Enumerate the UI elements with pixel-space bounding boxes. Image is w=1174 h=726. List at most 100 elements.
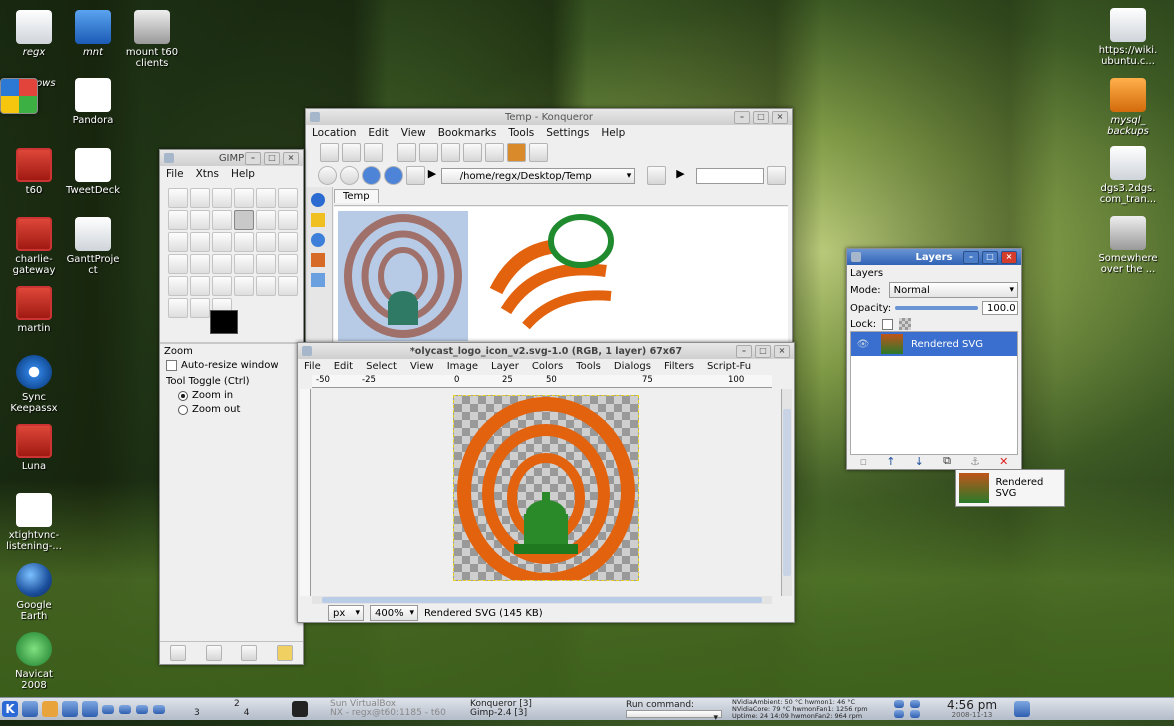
forward-icon[interactable] — [339, 166, 359, 185]
menu-layer[interactable]: Layer — [491, 361, 519, 372]
scissors-tool-icon[interactable] — [278, 188, 298, 208]
menu-edit[interactable]: Edit — [334, 361, 353, 372]
reload-icon[interactable] — [383, 166, 403, 185]
layer-name[interactable]: Rendered SVG — [911, 339, 983, 350]
paintbrush-tool-icon[interactable] — [278, 254, 298, 274]
search-go-icon[interactable] — [767, 166, 786, 185]
foreground-color-swatch[interactable] — [210, 310, 238, 334]
measure-tool-icon[interactable] — [256, 210, 276, 230]
home-folder-icon[interactable] — [311, 253, 325, 267]
align-tool-icon[interactable] — [168, 232, 188, 252]
terminal-icon[interactable] — [364, 143, 383, 162]
shear-tool-icon[interactable] — [256, 232, 276, 252]
zoom-in-icon[interactable] — [342, 143, 361, 162]
desktop-icon[interactable]: charlie- gateway — [0, 217, 68, 276]
desktop-icon[interactable]: Pandora — [59, 78, 127, 126]
pager[interactable]: 2 34 — [170, 700, 290, 718]
menu-settings[interactable]: Settings — [546, 127, 589, 139]
blur-tool-icon[interactable] — [168, 298, 188, 318]
desktop-icon[interactable]: mysql_ backups — [1094, 78, 1162, 137]
auto-resize-checkbox[interactable] — [166, 360, 177, 371]
close-button[interactable]: × — [772, 111, 788, 124]
maximize-button[interactable]: □ — [755, 345, 771, 358]
rotate-tool-icon[interactable] — [212, 232, 232, 252]
foreground-select-tool-icon[interactable] — [168, 210, 188, 230]
vertical-scrollbar[interactable] — [781, 389, 792, 596]
desktop-icon[interactable]: Somewhere over the ... — [1094, 216, 1162, 275]
preview-icon[interactable] — [419, 143, 438, 162]
filter-icon[interactable] — [529, 143, 548, 162]
desktop-icon[interactable]: dgs3.2dgs. com_tran... — [1094, 146, 1162, 205]
eye-icon[interactable]: 👁 — [851, 339, 875, 350]
location-combo[interactable]: /home/regx/Desktop/Temp — [440, 167, 636, 184]
desktop-icon[interactable] — [22, 701, 38, 717]
raise-layer-icon[interactable]: ↑ — [886, 455, 895, 468]
kmenu-icon[interactable]: K — [2, 701, 18, 717]
close-button[interactable]: × — [283, 152, 299, 165]
history-icon[interactable] — [311, 193, 325, 207]
pager-desktop-4[interactable]: 4 — [200, 708, 250, 718]
task-virtualbox[interactable]: Sun VirtualBox NX - regx@t60:1185 - t60 — [310, 700, 464, 718]
desktop-icon[interactable]: Google Earth — [0, 563, 68, 622]
free-select-tool-icon[interactable] — [212, 188, 232, 208]
opacity-slider[interactable] — [895, 306, 978, 310]
desktop-icon[interactable]: https://wiki. ubuntu.c... — [1094, 8, 1162, 67]
minimize-button[interactable]: – — [734, 111, 750, 124]
horizontal-scrollbar[interactable] — [312, 596, 772, 604]
color-picker-tool-icon[interactable] — [212, 210, 232, 230]
airbrush-tool-icon[interactable] — [190, 276, 210, 296]
services-icon[interactable] — [311, 273, 325, 287]
desktop-icon[interactable]: Luna — [0, 424, 68, 472]
go-icon[interactable] — [647, 166, 667, 185]
browser-icon[interactable] — [82, 701, 98, 717]
network-icon[interactable] — [894, 710, 904, 718]
home-icon[interactable] — [405, 166, 425, 185]
eraser-tool-icon[interactable] — [168, 276, 188, 296]
scale-tool-icon[interactable] — [234, 232, 254, 252]
maximize-button[interactable]: □ — [264, 152, 280, 165]
menu-dialogs[interactable]: Dialogs — [614, 361, 651, 372]
desktop-icon[interactable]: Navicat 2008 — [0, 632, 68, 691]
zoom-in-radio[interactable] — [178, 390, 188, 401]
menu-image[interactable]: Image — [447, 361, 478, 372]
ink-tool-icon[interactable] — [212, 276, 232, 296]
smudge-tool-icon[interactable] — [190, 298, 210, 318]
tree-view-icon[interactable] — [485, 143, 504, 162]
menu-colors[interactable]: Colors — [532, 361, 563, 372]
restore-options-icon[interactable] — [205, 645, 222, 661]
bookmarks-icon[interactable] — [311, 213, 325, 227]
maximize-button[interactable]: □ — [982, 251, 998, 264]
menu-help[interactable]: Help — [231, 168, 255, 180]
desktop-icon[interactable]: martin — [0, 286, 68, 334]
desktop-icon[interactable]: windows — [0, 78, 68, 114]
layer-row[interactable]: 👁 Rendered SVG — [851, 332, 1017, 356]
launcher-icon[interactable] — [102, 704, 114, 714]
image-canvas[interactable] — [453, 395, 639, 587]
icon-view-icon[interactable] — [397, 143, 416, 162]
zoom-out-icon[interactable] — [320, 143, 339, 162]
maximize-button[interactable]: □ — [753, 111, 769, 124]
zoom-tool-icon[interactable] — [234, 210, 254, 230]
close-button[interactable]: × — [1001, 251, 1017, 264]
menu-location[interactable]: Location — [312, 127, 356, 139]
menu-view[interactable]: View — [410, 361, 434, 372]
minimize-button[interactable]: – — [963, 251, 979, 264]
unit-combo[interactable]: px — [328, 605, 364, 621]
menu-tools[interactable]: Tools — [576, 361, 601, 372]
konqueror-titlebar[interactable]: Temp - Konqueror – □ × — [306, 109, 792, 125]
horizontal-scroll-thumb[interactable] — [322, 597, 762, 603]
perspective-tool-icon[interactable] — [278, 232, 298, 252]
delete-layer-icon[interactable]: ✕ — [999, 455, 1008, 468]
pencil-tool-icon[interactable] — [256, 254, 276, 274]
run-command-input[interactable] — [626, 710, 722, 726]
menu-file[interactable]: File — [166, 168, 184, 180]
tab-temp[interactable]: Temp — [334, 189, 379, 203]
lower-layer-icon[interactable]: ↓ — [915, 455, 924, 468]
mode-combo[interactable]: Normal — [888, 282, 1018, 298]
desktop-icon[interactable]: xtightvnc- listening-... — [0, 493, 68, 552]
menu-file[interactable]: File — [304, 361, 321, 372]
fuzzy-select-tool-icon[interactable] — [234, 188, 254, 208]
show-desktop-icon[interactable] — [1014, 701, 1030, 717]
opacity-spinbox[interactable]: 100.0 — [982, 301, 1018, 315]
anchor-layer-icon[interactable]: ⚓ — [970, 455, 980, 468]
